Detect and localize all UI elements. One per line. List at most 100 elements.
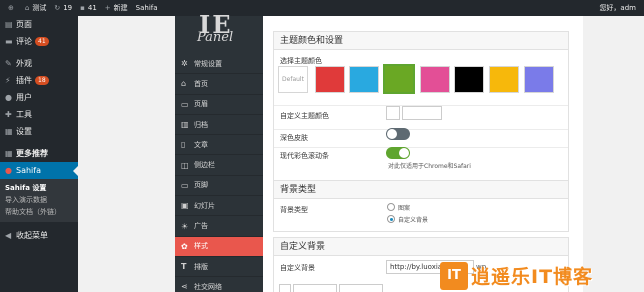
dark-skin-label: 深色皮肤 <box>280 134 308 142</box>
tie-nav-home[interactable]: ⌂ 首页 <box>175 74 263 95</box>
color-swatch-black[interactable] <box>454 66 484 93</box>
admin-menu: ▤ 页面 ▬ 评论 41 ✎ 外观 ⚡ 插件 18 ● 用户 ✚ 工具 ▦ 设置 ▦ 更多推荐 ● S… <box>0 16 78 292</box>
background-custom-radio[interactable] <box>387 215 395 223</box>
color-swatch-pink[interactable] <box>420 66 450 93</box>
window-icon: ▭ <box>181 99 189 109</box>
tie-nav-ads[interactable]: ☀ 广告 <box>175 216 263 237</box>
custom-color-label: 自定义主题颜色 <box>280 112 329 120</box>
document-icon: ▯ <box>181 140 186 150</box>
custom-background-field-2[interactable] <box>339 284 383 292</box>
share-icon: ⋖ <box>181 282 188 292</box>
tie-nav-social[interactable]: ⋖ 社交网络 <box>175 277 263 292</box>
tie-nav-style[interactable]: ✿ 样式 <box>175 236 263 257</box>
menu-comments[interactable]: ▬ 评论 41 <box>0 33 78 50</box>
sahifa-submenu: Sahifa 设置 导入演示数据 帮助文档（外链） <box>0 179 78 222</box>
custom-background-color-picker[interactable] <box>279 284 291 292</box>
wp-logo[interactable]: ⊕ <box>8 4 17 12</box>
background-type-label: 背景类型 <box>280 206 308 214</box>
wrench-icon: ✚ <box>5 110 12 119</box>
plug-icon: ⚡ <box>5 76 11 85</box>
text-icon: T <box>181 262 187 272</box>
custom-background-field-1[interactable] <box>293 284 337 292</box>
color-swatch-purple[interactable] <box>524 66 554 93</box>
gear-icon: ✲ <box>181 59 188 69</box>
menu-appearance[interactable]: ✎ 外观 <box>0 55 78 72</box>
background-pattern-label: 图案 <box>398 205 411 212</box>
tie-nav-header[interactable]: ▭ 页眉 <box>175 95 263 115</box>
dark-skin-toggle[interactable] <box>386 128 410 140</box>
comments-badge: 41 <box>35 37 49 46</box>
tie-panel-main: 主题颜色和设置 选择主题颜色 自定义主题颜色 深色皮肤 现代彩色滚动条 Defa… <box>263 16 583 292</box>
lightbulb-icon: ☀ <box>181 221 189 231</box>
home-icon: ⌂ <box>181 79 187 89</box>
tie-nav-sidebar[interactable]: ◫ 侧边栏 <box>175 155 263 176</box>
theme-link[interactable]: Sahifa <box>136 4 158 12</box>
menu-pages[interactable]: ▤ 页面 <box>0 16 78 33</box>
scrollbar-toggle[interactable] <box>386 147 410 159</box>
menu-more[interactable]: ▦ 更多推荐 <box>0 145 78 162</box>
watermark-text: 逍遥乐IT博客 <box>471 266 594 288</box>
admin-bar: ⊕ ⌂ 测试 ↻ 19 ▪ 41 + 新建 Sahifa 您好，adm <box>0 0 644 16</box>
pages-icon: ▤ <box>5 20 13 29</box>
background-type-box: 背景类型 背景类型 <box>273 180 569 232</box>
custom-background-title: 自定义背景 <box>274 238 568 256</box>
refresh-icon: ↻ <box>54 4 61 12</box>
tie-nav-footer[interactable]: ▭ 页脚 <box>175 176 263 197</box>
settings-icon: ▦ <box>5 127 13 136</box>
color-swatch-default[interactable]: Default <box>278 66 308 93</box>
watermark: IT 逍遥乐IT博客 <box>440 259 644 292</box>
tie-nav-slider[interactable]: ▣ 幻灯片 <box>175 196 263 217</box>
menu-users[interactable]: ● 用户 <box>0 89 78 106</box>
collapse-menu[interactable]: ◀ 收起菜单 <box>0 227 78 244</box>
collapse-icon: ◀ <box>5 231 12 240</box>
right-margin <box>583 16 644 292</box>
scrollbar-hint: 对此仅适用于Chrome和Safari <box>388 163 471 170</box>
submenu-import-demo[interactable]: 导入演示数据 <box>0 194 78 206</box>
comment-icon: ▬ <box>5 37 13 46</box>
submenu-sahifa-settings[interactable]: Sahifa 设置 <box>0 182 78 194</box>
sidebar-icon: ◫ <box>181 160 189 170</box>
theme-colors-title: 主题颜色和设置 <box>274 32 568 50</box>
home-icon: ⌂ <box>24 4 30 12</box>
site-name-link[interactable]: ⌂ 测试 <box>25 3 46 13</box>
footer-icon: ▭ <box>181 180 189 190</box>
sahifa-icon: ● <box>5 166 12 175</box>
scrollbar-label: 现代彩色滚动条 <box>280 152 329 160</box>
grid-icon: ▦ <box>5 149 13 158</box>
background-pattern-radio[interactable] <box>387 203 395 211</box>
background-type-title: 背景类型 <box>274 181 568 199</box>
watermark-logo-icon: IT <box>440 261 468 290</box>
menu-plugins[interactable]: ⚡ 插件 18 <box>0 72 78 89</box>
menu-settings[interactable]: ▦ 设置 <box>0 123 78 140</box>
menu-tools[interactable]: ✚ 工具 <box>0 106 78 123</box>
palette-icon: ✿ <box>181 241 188 251</box>
user-icon: ● <box>5 93 12 102</box>
new-content-link[interactable]: + 新建 <box>105 3 128 13</box>
color-swatch-green[interactable] <box>383 64 415 94</box>
archive-icon: ▥ <box>181 120 189 130</box>
account-menu[interactable]: 您好，adm <box>599 0 636 16</box>
tie-nav-article[interactable]: ▯ 文章 <box>175 135 263 156</box>
tie-nav-typography[interactable]: T 排版 <box>175 257 263 278</box>
menu-sahifa[interactable]: ● Sahifa <box>0 162 78 179</box>
comment-icon: ▪ <box>80 4 85 12</box>
color-swatch-orange[interactable] <box>489 66 519 93</box>
comments-link[interactable]: ▪ 41 <box>80 4 97 12</box>
custom-color-input[interactable] <box>402 106 442 120</box>
submenu-help-docs[interactable]: 帮助文档（外链） <box>0 206 78 218</box>
brush-icon: ✎ <box>5 59 12 68</box>
updates-link[interactable]: ↻ 19 <box>54 4 72 12</box>
custom-color-picker[interactable] <box>386 106 400 120</box>
tie-nav-archive[interactable]: ▥ 归档 <box>175 115 263 136</box>
images-icon: ▣ <box>181 201 189 211</box>
color-swatch-blue[interactable] <box>349 66 379 93</box>
plus-icon: + <box>104 4 111 12</box>
background-custom-label: 自定义背景 <box>398 217 429 224</box>
color-swatch-red[interactable] <box>315 66 345 93</box>
choose-color-label: 选择主题颜色 <box>280 57 322 65</box>
custom-background-label: 自定义背景 <box>280 264 315 272</box>
tie-panel-logo: IE Panel <box>197 10 234 45</box>
plugins-badge: 18 <box>35 76 49 85</box>
tie-panel-sidebar: IE Panel ✲ 常规设置 ⌂ 首页 ▭ 页眉 ▥ 归档 ▯ 文章 ◫ 侧边栏 ▭ 页脚 … <box>175 10 263 292</box>
tie-nav-general[interactable]: ✲ 常规设置 <box>175 54 263 75</box>
